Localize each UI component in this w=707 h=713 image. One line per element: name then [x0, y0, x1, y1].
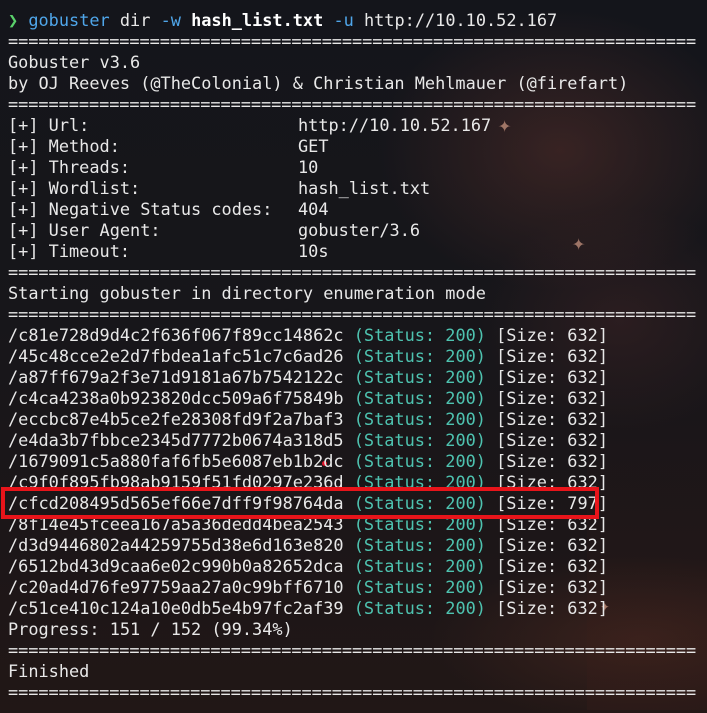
progress-line: Progress: 151 / 152 (99.34%) [8, 619, 293, 639]
result-size: [Size: 632] [496, 430, 608, 450]
result-status: (Status: 200) [353, 493, 486, 513]
config-key: [+] Threads: [8, 157, 131, 177]
config-value: http://10.10.52.167 [298, 115, 492, 135]
result-row: /c4ca4238a0b923820dcc509a6f75849b (Statu… [8, 388, 700, 409]
result-row: /eccbc87e4b5ce2fe28308fd9f2a7baf3 (Statu… [8, 409, 700, 430]
wordlist-arg: hash_list.txt [191, 10, 324, 30]
command-name: gobuster [28, 10, 110, 30]
result-path: /a87ff679a2f3e71d9181a67b7542122c [8, 367, 344, 387]
result-size: [Size: 632] [496, 325, 608, 345]
result-row: /e4da3b7fbbce2345d7772b0674a318d5 (Statu… [8, 430, 700, 451]
config-row: [+] Wordlist: hash_list.txt [8, 178, 700, 199]
result-row: /6512bd43d9caa6e02c990b0a82652dca (Statu… [8, 556, 700, 577]
prompt-arrow-icon: ❯ [8, 10, 19, 30]
separator: ========================================… [8, 304, 697, 324]
result-row: /8f14e45fceea167a5a36dedd4bea2543 (Statu… [8, 514, 700, 535]
result-row: /45c48cce2e2d7fbdea1afc51c7c6ad26 (Statu… [8, 346, 700, 367]
config-key: [+] Wordlist: [8, 178, 141, 198]
config-key: [+] Url: [8, 115, 90, 135]
banner-authors: by OJ Reeves (@TheColonial) & Christian … [8, 73, 629, 93]
results-list: /c81e728d9d4c2f636f067f89cc14862c (Statu… [8, 325, 700, 619]
result-status: (Status: 200) [353, 409, 486, 429]
result-path: /45c48cce2e2d7fbdea1afc51c7c6ad26 [8, 346, 344, 366]
result-row: /a87ff679a2f3e71d9181a67b7542122c (Statu… [8, 367, 700, 388]
url-flag: -u [333, 10, 354, 30]
separator: ========================================… [8, 94, 697, 114]
result-size: [Size: 632] [496, 535, 608, 555]
config-row: [+] Method: GET [8, 136, 700, 157]
separator: ========================================… [8, 640, 697, 660]
result-status: (Status: 200) [353, 535, 486, 555]
result-status: (Status: 200) [353, 346, 486, 366]
config-value: gobuster/3.6 [298, 220, 421, 240]
result-path: /1679091c5a880faf6fb5e6087eb1b2dc [8, 451, 344, 471]
result-size: [Size: 632] [496, 367, 608, 387]
wordlist-flag: -w [160, 10, 181, 30]
result-path: /c51ce410c124a10e0db5e4b97fc2af39 [8, 598, 344, 618]
config-row: [+] User Agent: gobuster/3.6 [8, 220, 700, 241]
config-value: hash_list.txt [298, 178, 431, 198]
result-status: (Status: 200) [353, 388, 486, 408]
result-path: /eccbc87e4b5ce2fe28308fd9f2a7baf3 [8, 409, 344, 429]
result-path: /c81e728d9d4c2f636f067f89cc14862c [8, 325, 344, 345]
result-status: (Status: 200) [353, 430, 486, 450]
result-path: /cfcd208495d565ef66e7dff9f98764da [8, 493, 344, 513]
result-row: /c9f0f895fb98ab9159f51fd0297e236d (Statu… [8, 472, 700, 493]
result-size: [Size: 632] [496, 598, 608, 618]
result-status: (Status: 200) [353, 325, 486, 345]
result-size: [Size: 797] [496, 493, 608, 513]
finished-line: Finished [8, 661, 90, 681]
start-message: Starting gobuster in directory enumerati… [8, 283, 486, 303]
banner-title: Gobuster v3.6 [8, 52, 141, 72]
result-path: /8f14e45fceea167a5a36dedd4bea2543 [8, 514, 344, 534]
config-key: [+] Timeout: [8, 241, 131, 261]
result-size: [Size: 632] [496, 514, 608, 534]
result-row: /c51ce410c124a10e0db5e4b97fc2af39 (Statu… [8, 598, 700, 619]
result-path: /c4ca4238a0b923820dcc509a6f75849b [8, 388, 344, 408]
result-size: [Size: 632] [496, 451, 608, 471]
config-value: 10 [298, 157, 319, 177]
config-row: [+] Timeout: 10s [8, 241, 700, 262]
result-row: /c81e728d9d4c2f636f067f89cc14862c (Statu… [8, 325, 700, 346]
config-row: [+] Url: http://10.10.52.167 [8, 115, 700, 136]
separator: ========================================… [8, 31, 697, 51]
result-path: /c9f0f895fb98ab9159f51fd0297e236d [8, 472, 344, 492]
config-list: [+] Url: http://10.10.52.167 [+] Method: GE… [8, 115, 700, 262]
result-path: /e4da3b7fbbce2345d7772b0674a318d5 [8, 430, 344, 450]
result-path: /c20ad4d76fe97759aa27a0c99bff6710 [8, 577, 344, 597]
config-key: [+] Method: [8, 136, 120, 156]
terminal-output: ❯ gobuster dir -w hash_list.txt -u http:… [8, 10, 700, 703]
config-key: [+] Negative Status codes: [8, 199, 273, 219]
result-size: [Size: 632] [496, 409, 608, 429]
config-value: GET [298, 136, 329, 156]
result-status: (Status: 200) [353, 451, 486, 471]
config-value: 10s [298, 241, 329, 261]
result-status: (Status: 200) [353, 556, 486, 576]
result-status: (Status: 200) [353, 598, 486, 618]
url-arg: http://10.10.52.167 [363, 10, 558, 30]
result-path: /6512bd43d9caa6e02c990b0a82652dca [8, 556, 344, 576]
config-row: [+] Threads: 10 [8, 157, 700, 178]
config-row: [+] Negative Status codes: 404 [8, 199, 700, 220]
command-subcommand: dir [109, 10, 161, 30]
result-status: (Status: 200) [353, 514, 486, 534]
result-status: (Status: 200) [353, 367, 486, 387]
result-size: [Size: 632] [496, 556, 608, 576]
result-size: [Size: 632] [496, 388, 608, 408]
result-size: [Size: 632] [496, 472, 608, 492]
result-status: (Status: 200) [353, 577, 486, 597]
result-row: /1679091c5a880faf6fb5e6087eb1b2dc (Statu… [8, 451, 700, 472]
result-row: /d3d9446802a44259755d38e6d163e820 (Statu… [8, 535, 700, 556]
result-size: [Size: 632] [496, 577, 608, 597]
config-key: [+] User Agent: [8, 220, 161, 240]
result-status: (Status: 200) [353, 472, 486, 492]
config-value: 404 [298, 199, 329, 219]
result-size: [Size: 632] [496, 346, 608, 366]
separator: ========================================… [8, 262, 697, 282]
result-row: /cfcd208495d565ef66e7dff9f98764da (Statu… [8, 493, 700, 514]
result-path: /d3d9446802a44259755d38e6d163e820 [8, 535, 344, 555]
separator: ========================================… [8, 682, 697, 702]
command-line: ❯ gobuster dir -w hash_list.txt -u http:… [8, 10, 700, 31]
result-row: /c20ad4d76fe97759aa27a0c99bff6710 (Statu… [8, 577, 700, 598]
